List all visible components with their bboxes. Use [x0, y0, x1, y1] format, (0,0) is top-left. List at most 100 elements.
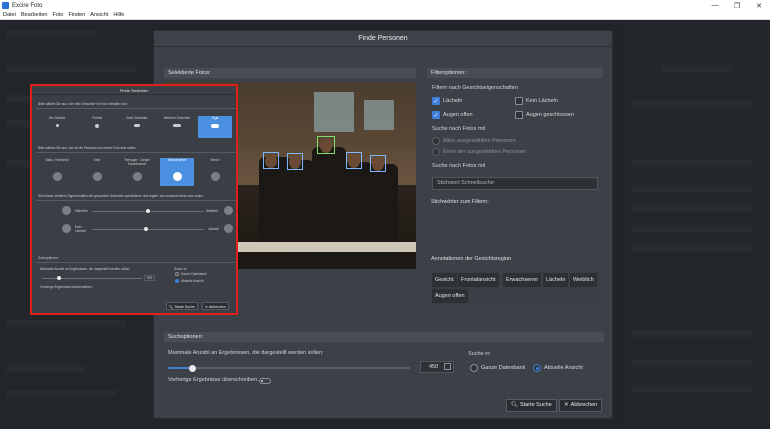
chip-adult[interactable]: Erwachsener [503, 273, 542, 287]
dialog-title: Finde Personen [154, 31, 612, 47]
cancel-button[interactable]: ✕ Abbrechen [559, 399, 603, 412]
overwrite-toggle[interactable] [259, 378, 271, 384]
radio-icon[interactable] [432, 137, 440, 145]
menu-bearbeiten[interactable]: Bearbeiten [21, 12, 48, 18]
close-icon[interactable]: ✕ [748, 2, 770, 10]
radio-icon[interactable] [470, 364, 478, 372]
scope-current-view-label: Aktuelle Ansicht [544, 365, 583, 371]
face-icon [173, 172, 182, 181]
chip-smile[interactable]: Lächeln [543, 273, 569, 287]
checkbox-checked-icon[interactable]: ✓ [432, 111, 440, 119]
keyword-search-input[interactable]: Stichwort Schnellsuche [432, 177, 598, 190]
search-options-header: Suchoptionen: [164, 332, 604, 342]
filter-eyes-closed-label: Augen geschlossen [526, 112, 575, 118]
menu-foto[interactable]: Foto [52, 12, 63, 18]
checkbox-icon[interactable] [515, 97, 523, 105]
smile-slider-track[interactable] [92, 229, 204, 230]
window-titlebar: Excire Foto — ❐ ✕ [0, 0, 770, 11]
max-results-slider-track[interactable] [168, 367, 410, 369]
filter-no-smile-label: Kein Lächeln [526, 98, 558, 104]
scope-database[interactable]: Ganze Datenbank [470, 364, 525, 372]
scope-current-view[interactable]: Aktuelle Ansicht [533, 364, 583, 372]
menu-datei[interactable]: Datei [3, 12, 16, 18]
face-icon [53, 172, 62, 181]
checkbox-icon[interactable] [515, 111, 523, 119]
inset-two-faces[interactable]: Zwei Gesichter [120, 116, 154, 138]
filter-eyes-closed[interactable]: Augen geschlossen [515, 111, 574, 119]
inset-max-value[interactable]: 900 [144, 275, 156, 281]
window-title: Excire Foto [12, 2, 43, 9]
menu-bar: Datei Bearbeiten Foto Finden Ansicht Hil… [0, 11, 770, 20]
face-box-selected[interactable] [317, 136, 335, 154]
face-box[interactable] [263, 152, 279, 169]
overwrite-label: Vorherige Ergebnisse überschreiben: [168, 377, 259, 383]
max-results-value: 450 [429, 364, 439, 370]
filter-eyes-open-label: Augen offen [443, 112, 473, 118]
face-icon [93, 172, 102, 181]
menu-hilfe[interactable]: Hilfe [113, 12, 124, 18]
inset-cancel-button[interactable]: ✕ Abbrechen [202, 302, 229, 310]
search-icon: 🔍︎ [169, 305, 174, 309]
filter-options-header: Filteroptionen: [427, 68, 603, 78]
start-search-button[interactable]: 🔍︎ Starte Suche [506, 399, 557, 412]
inset-q2: Bitte wählen Sie aus, wie alt die Person… [38, 146, 137, 150]
menu-ansicht[interactable]: Ansicht [90, 12, 108, 18]
radio-all-persons[interactable]: Allen ausgewählten Personen [432, 137, 516, 145]
scope-database-label: Ganze Datenbank [481, 365, 526, 371]
inset-max-slider-thumb[interactable] [57, 276, 61, 280]
inset-search-options: Suchoptionen: [38, 256, 59, 260]
search-in-label: Suche in: [468, 351, 491, 357]
gender-slider-thumb[interactable] [146, 209, 150, 213]
inset-start-button[interactable]: 🔍︎ Starte Suche [166, 302, 198, 310]
female-face-icon [224, 206, 233, 215]
inset-any-count[interactable]: Egal [198, 116, 232, 138]
face-box[interactable] [370, 155, 386, 172]
male-face-icon [62, 206, 71, 215]
chip-eyes-open[interactable]: Augen offen [432, 289, 468, 303]
face-box[interactable] [287, 153, 303, 170]
selected-photos-header: Selektierte Fotos: [164, 68, 416, 78]
maximize-icon[interactable]: ❐ [726, 2, 748, 10]
search-icon: 🔍︎ [511, 402, 518, 408]
annotations-header: Annotationen der Gesichtsregion [431, 256, 512, 262]
face-icon [133, 172, 142, 181]
inset-view: Aktuelle Ansicht [181, 279, 204, 283]
radio-icon[interactable] [175, 272, 179, 276]
no-smile-face-icon [62, 224, 71, 233]
radio-icon[interactable] [432, 148, 440, 156]
max-results-slider-thumb[interactable] [189, 365, 196, 372]
keywords-filter-header: Stichwörter zum Filtern: [431, 199, 489, 205]
inset-search-in: Suche in: [174, 267, 188, 271]
face-icon [211, 172, 220, 181]
checkbox-checked-icon[interactable]: ✓ [432, 97, 440, 105]
stepper-icon[interactable] [444, 363, 451, 370]
chip-frontal[interactable]: Frontalansicht [458, 273, 499, 287]
face-props-label: Filtern nach Gesichtseigenschaften [432, 85, 518, 91]
inset-many-faces[interactable]: Mehrere Gesichter [160, 116, 194, 138]
chip-female[interactable]: Weiblich [570, 273, 597, 287]
cancel-label: Abbrechen [570, 402, 598, 408]
filter-smile-label: Lächeln [443, 98, 463, 104]
inset-overwrite: Vorherige Ergebnisse überschreiben: [40, 285, 93, 289]
search-with-label-2: Suche nach Fotos mit [432, 163, 486, 169]
face-box[interactable] [346, 152, 362, 169]
radio-selected-icon[interactable] [533, 364, 541, 372]
window-controls: — ❐ ✕ [704, 2, 770, 10]
smile-slider-thumb[interactable] [144, 227, 148, 231]
max-results-label: Maximale Anzahl an Ergebnissen, die darg… [168, 350, 324, 356]
close-icon: ✕ [564, 402, 569, 408]
filter-smile[interactable]: ✓ Lächeln [432, 97, 462, 105]
inset-smile: Lächeln [208, 227, 220, 231]
filter-eyes-open[interactable]: ✓ Augen offen [432, 111, 473, 119]
minimize-icon[interactable]: — [704, 2, 726, 10]
inset-no-smile: Kein Lächeln [75, 225, 87, 233]
radio-one-person[interactable]: Einer der ausgewählten Personen [432, 148, 526, 156]
radio-selected-icon[interactable] [175, 279, 179, 283]
inset-portrait[interactable]: Porträt [80, 116, 114, 138]
inset-q1: Bitte wählen Sie aus, wie viele Gesichte… [38, 102, 128, 106]
radio-one-person-label: Einer der ausgewählten Personen [443, 149, 526, 155]
chip-face[interactable]: Gesicht [432, 273, 457, 287]
filter-no-smile[interactable]: Kein Lächeln [515, 97, 558, 105]
menu-finden[interactable]: Finden [68, 12, 85, 18]
inset-one-face[interactable]: Ein Gesicht [40, 116, 74, 138]
